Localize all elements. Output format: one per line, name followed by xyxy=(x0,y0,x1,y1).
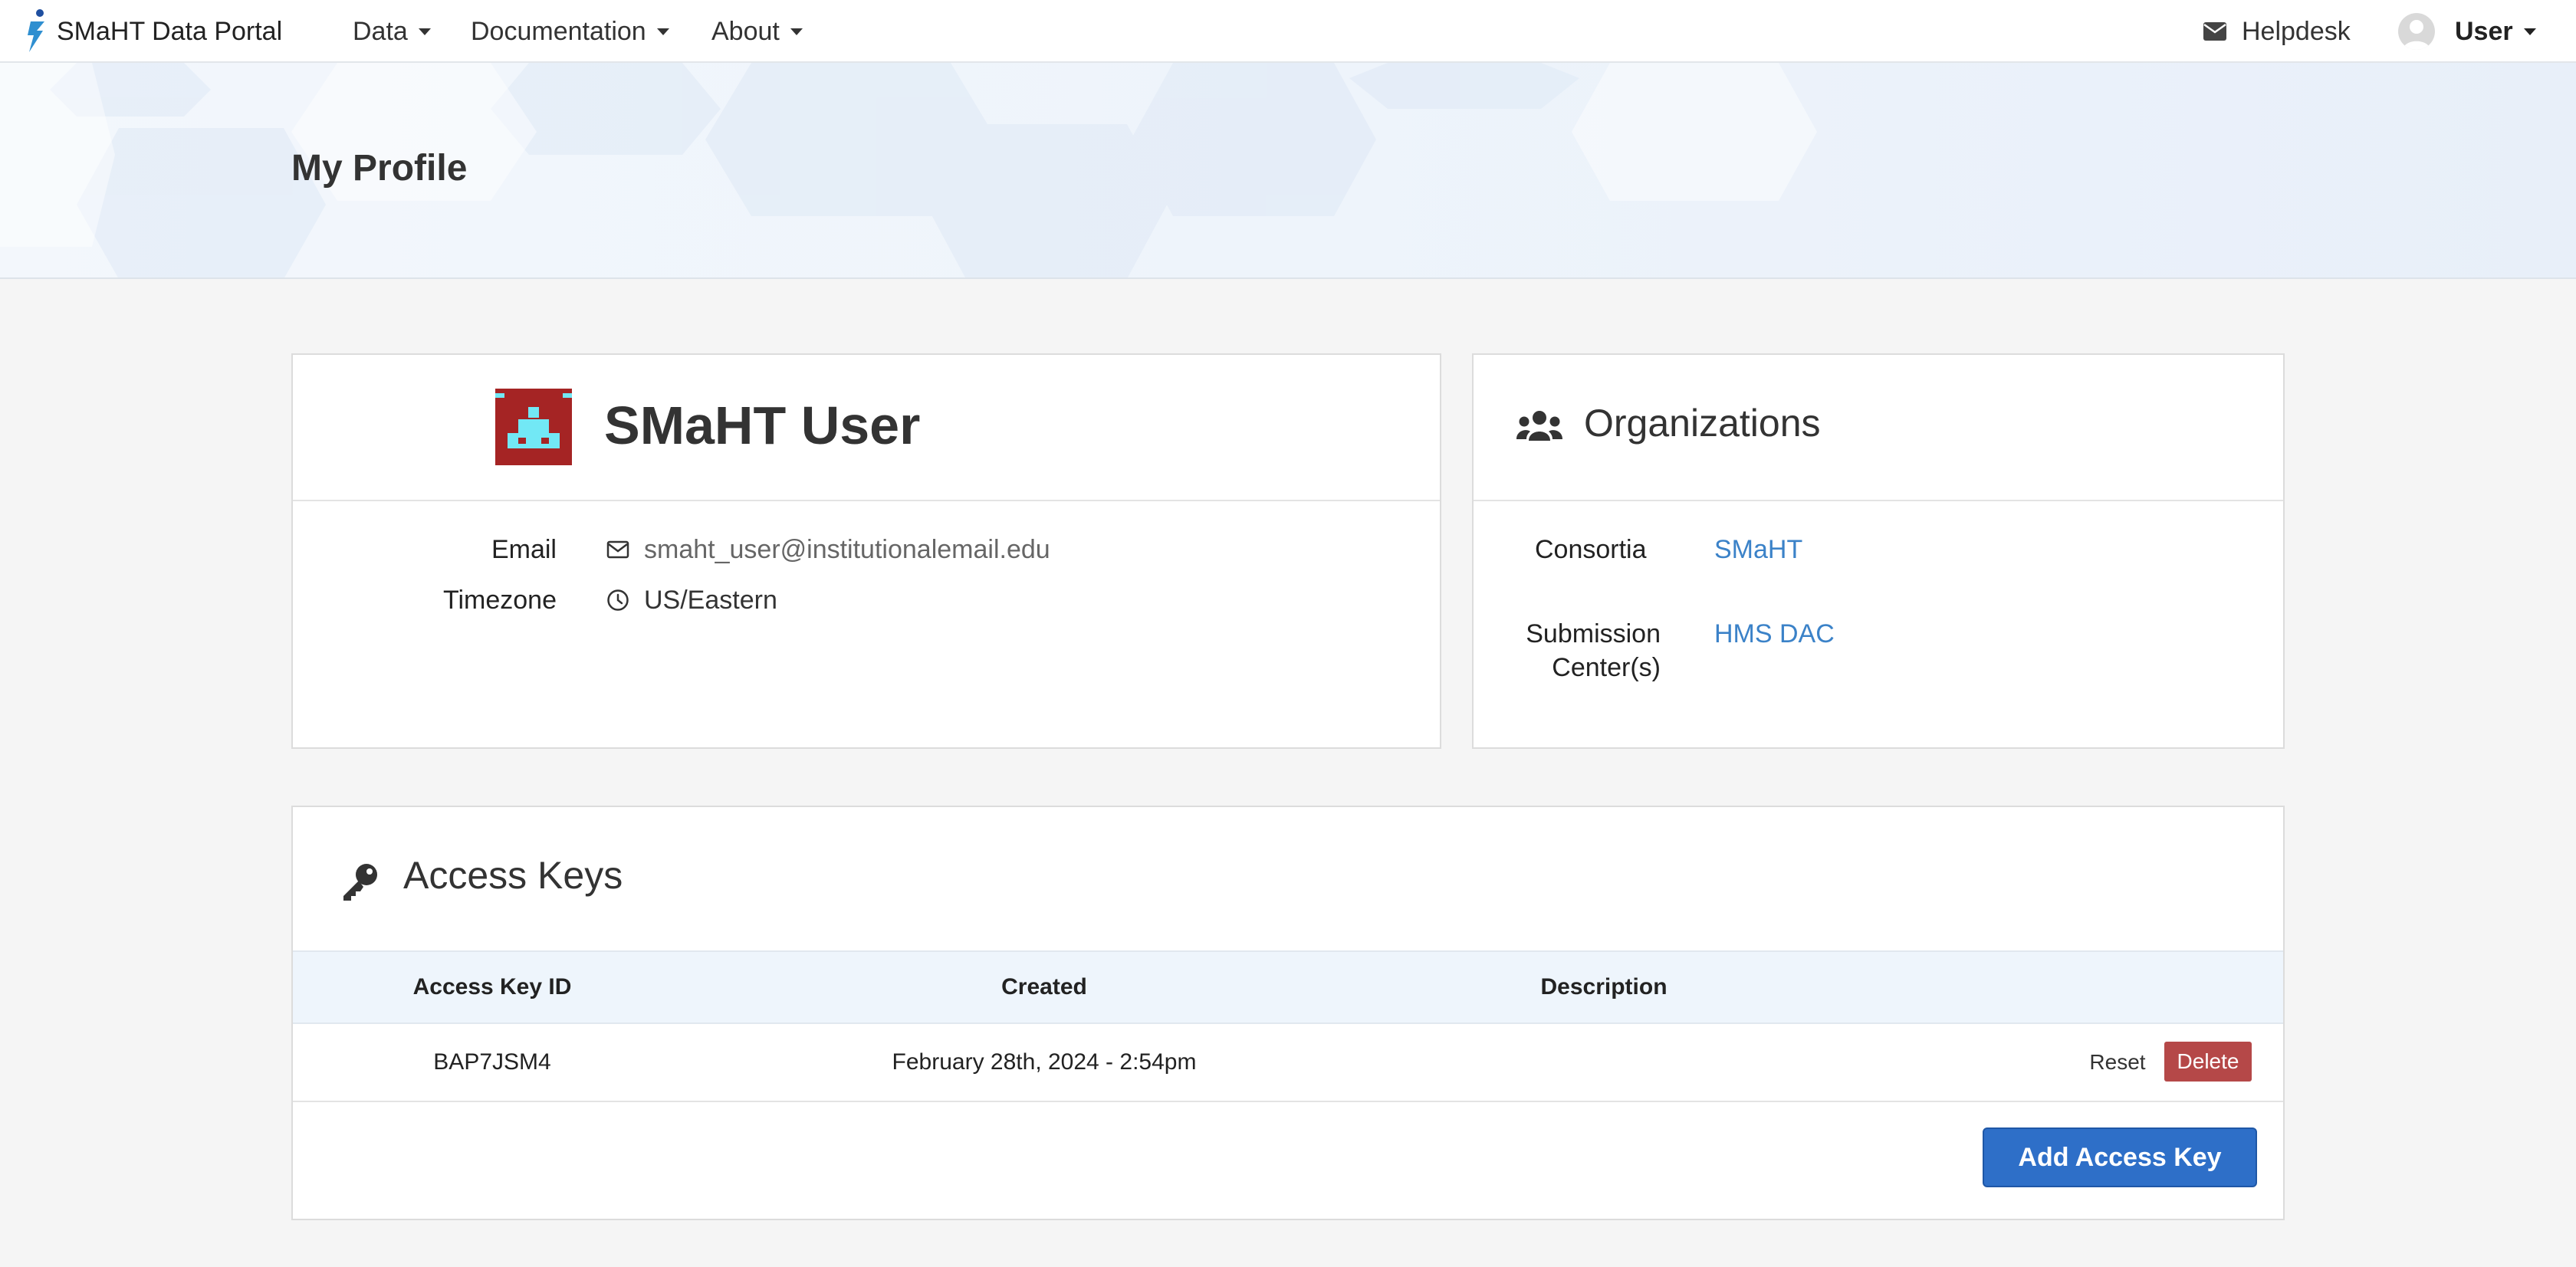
clock-icon xyxy=(607,589,629,611)
profile-user-name: SMaHT User xyxy=(604,396,921,455)
user-identicon-icon xyxy=(495,389,572,465)
column-created: Created xyxy=(1001,974,1087,999)
organizations-title: Organizations xyxy=(1584,402,1821,445)
access-key-id-cell: BAP7JSM4 xyxy=(433,1049,551,1075)
brand-link[interactable]: SMaHT Data Portal xyxy=(23,8,282,55)
nav-about-dropdown[interactable]: About xyxy=(711,0,803,63)
top-navbar: SMaHT Data Portal Data Documentation Abo… xyxy=(0,0,2576,63)
organizations-card-header: Organizations xyxy=(1474,355,2283,501)
access-keys-card: Access Keys Access Key ID Created Descri… xyxy=(291,806,2285,1220)
envelope-icon xyxy=(2203,22,2226,41)
email-label: Email xyxy=(491,535,557,564)
user-menu-dropdown[interactable]: User xyxy=(2398,0,2536,63)
table-row: BAP7JSM4 February 28th, 2024 - 2:54pm Re… xyxy=(293,1024,2283,1102)
organizations-card: Organizations Consortia SMaHT Submission… xyxy=(1472,353,2285,749)
avatar xyxy=(2398,13,2435,50)
helpdesk-link[interactable]: Helpdesk xyxy=(2203,0,2351,63)
key-icon xyxy=(343,864,377,901)
chevron-down-icon xyxy=(2523,28,2536,35)
nav-about-label: About xyxy=(711,16,780,46)
access-key-created-cell: February 28th, 2024 - 2:54pm xyxy=(892,1049,1197,1075)
nav-data-dropdown[interactable]: Data xyxy=(353,0,431,63)
brand-text: SMaHT Data Portal xyxy=(57,16,283,46)
smaht-logo-icon xyxy=(28,9,44,52)
user-silhouette-icon xyxy=(2403,20,2430,50)
timezone-text: US/Eastern xyxy=(644,586,777,615)
access-keys-table-header: Access Key ID Created Description xyxy=(293,950,2283,1024)
email-text: smaht_user@institutionalemail.edu xyxy=(644,535,1050,564)
envelope-outline-icon xyxy=(606,540,629,559)
consortia-label: Consortia xyxy=(1535,535,1647,564)
reset-key-button[interactable]: Reset xyxy=(2079,1042,2156,1082)
chevron-down-icon xyxy=(790,28,803,35)
delete-key-button[interactable]: Delete xyxy=(2164,1042,2252,1082)
page-header-banner: My Profile xyxy=(0,63,2576,279)
column-access-key-id: Access Key ID xyxy=(412,974,572,999)
column-description: Description xyxy=(1540,974,1668,999)
timezone-label: Timezone xyxy=(442,586,557,615)
page-title: My Profile xyxy=(291,148,468,189)
users-icon xyxy=(1516,411,1562,441)
user-menu-label: User xyxy=(2455,16,2513,46)
nav-documentation-dropdown[interactable]: Documentation xyxy=(471,0,669,63)
email-value: smaht_user@institutionalemail.edu xyxy=(606,533,1050,566)
add-access-key-button[interactable]: Add Access Key xyxy=(1983,1127,2257,1187)
access-key-description-cell xyxy=(1489,1024,1719,1101)
submission-label-line1: Submission xyxy=(1526,619,1661,648)
submission-label-line2: Center(s) xyxy=(1552,653,1661,682)
consortia-link[interactable]: SMaHT xyxy=(1714,533,1802,566)
helpdesk-label: Helpdesk xyxy=(2242,16,2351,46)
chevron-down-icon xyxy=(656,28,669,35)
submission-centers-label: Submission Center(s) xyxy=(1512,617,1661,684)
profile-card-header: SMaHT User xyxy=(293,355,1440,501)
access-keys-title: Access Keys xyxy=(403,854,623,897)
nav-documentation-label: Documentation xyxy=(471,16,646,46)
chevron-down-icon xyxy=(418,28,431,35)
submission-center-link[interactable]: HMS DAC xyxy=(1714,617,1835,651)
timezone-value: US/Eastern xyxy=(606,583,777,617)
profile-card: SMaHT User Email smaht_user@institutiona… xyxy=(291,353,1441,749)
nav-data-label: Data xyxy=(353,16,408,46)
